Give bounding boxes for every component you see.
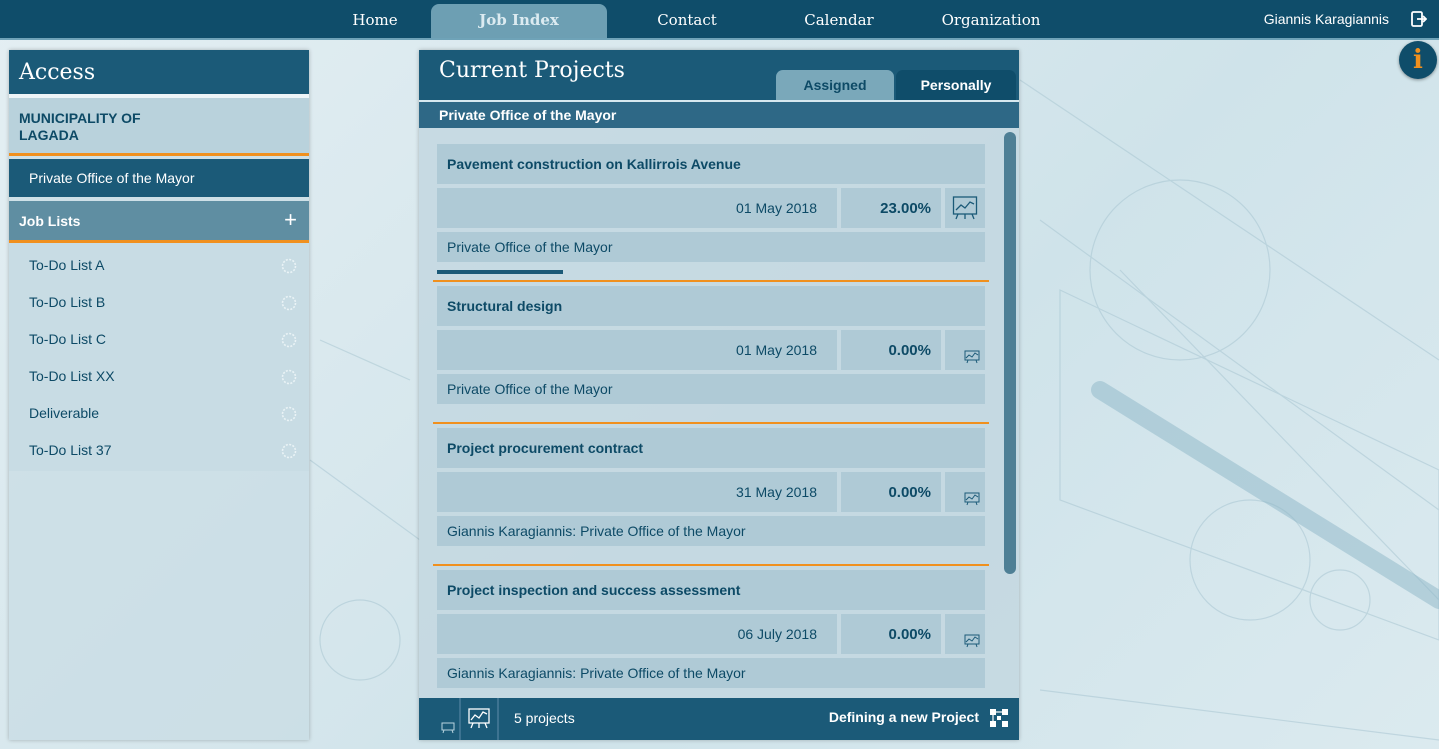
job-list-item[interactable]: To-Do List A (9, 247, 309, 284)
project-date: 06 July 2018 (437, 614, 837, 654)
nav-job-index[interactable]: Job Index (431, 4, 607, 38)
new-project-button[interactable]: Defining a new Project (829, 709, 979, 725)
user-name[interactable]: Giannis Karagiannis (1264, 0, 1389, 38)
gear-icon[interactable] (281, 369, 297, 385)
footer-divider (459, 698, 461, 740)
project-date: 01 May 2018 (437, 188, 837, 228)
municipality-line2: LAGADA (19, 127, 79, 143)
job-list-item-label: Deliverable (29, 405, 100, 421)
chart-icon[interactable] (945, 614, 985, 654)
nav-home[interactable]: Home (340, 0, 410, 38)
gear-icon[interactable] (281, 406, 297, 422)
office-item[interactable]: Private Office of the Mayor (9, 159, 309, 197)
new-project-icon[interactable] (989, 708, 1009, 728)
job-list-item[interactable]: Deliverable (9, 395, 309, 432)
footer-divider (497, 698, 499, 740)
gear-icon[interactable] (281, 295, 297, 311)
job-list-item-label: To-Do List 37 (29, 442, 112, 458)
plus-icon[interactable]: + (284, 209, 297, 231)
project-title[interactable]: Project procurement contract (437, 428, 985, 468)
job-list-item-label: To-Do List C (29, 331, 107, 347)
logout-icon[interactable] (1411, 11, 1427, 27)
project-progress-bar (437, 270, 563, 274)
job-list-item-label: To-Do List A (29, 257, 105, 273)
project-date: 01 May 2018 (437, 330, 837, 370)
job-list-item[interactable]: To-Do List B (9, 284, 309, 321)
project-percent: 0.00% (841, 330, 941, 370)
job-list-item-label: To-Do List B (29, 294, 106, 310)
nav-contact[interactable]: Contact (647, 0, 727, 38)
project-percent: 0.00% (841, 472, 941, 512)
projects-scrollbar[interactable] (1004, 132, 1016, 574)
project-title[interactable]: Pavement construction on Kallirrois Aven… (437, 144, 985, 184)
project-office: Private Office of the Mayor (437, 374, 985, 404)
access-panel: Access MUNICIPALITY OF LAGADA Private Of… (9, 50, 309, 740)
small-chart-icon[interactable] (441, 720, 455, 734)
tab-assigned[interactable]: Assigned (776, 70, 894, 100)
project-separator (433, 422, 989, 424)
chart-icon[interactable] (945, 330, 985, 370)
job-list: To-Do List A To-Do List B To-Do List C T… (9, 243, 309, 471)
job-list-item[interactable]: To-Do List 37 (9, 432, 309, 469)
project-count: 5 projects (514, 710, 575, 726)
job-lists-label: Job Lists (19, 213, 81, 229)
chart-icon[interactable] (468, 707, 490, 729)
project-separator (433, 564, 989, 566)
top-nav: Home Job Index Contact Calendar Organiza… (0, 0, 1439, 69)
gear-icon[interactable] (281, 332, 297, 348)
projects-header: Current Projects Assigned Personally (419, 50, 1019, 100)
project-percent: 0.00% (841, 614, 941, 654)
tab-personally[interactable]: Personally (896, 70, 1016, 100)
municipality-line1: MUNICIPALITY OF (19, 110, 141, 126)
project-percent: 23.00% (841, 188, 941, 228)
projects-footer: 5 projects Defining a new Project (419, 698, 1019, 740)
project-separator (433, 280, 989, 282)
info-icon[interactable]: i (1399, 41, 1437, 79)
access-title: Access (9, 50, 309, 98)
project-date: 31 May 2018 (437, 472, 837, 512)
job-list-item-label: To-Do List XX (29, 368, 115, 384)
nav-calendar[interactable]: Calendar (800, 0, 878, 38)
gear-icon[interactable] (281, 443, 297, 459)
project-office: Private Office of the Mayor (437, 232, 985, 262)
municipality-name: MUNICIPALITY OF LAGADA (9, 98, 309, 156)
job-list-item[interactable]: To-Do List XX (9, 358, 309, 395)
chart-icon[interactable] (945, 188, 985, 228)
project-office: Giannis Karagiannis: Private Office of t… (437, 658, 985, 688)
projects-list: Pavement construction on Kallirrois Aven… (419, 130, 1019, 698)
job-list-item[interactable]: To-Do List C (9, 321, 309, 358)
project-title[interactable]: Structural design (437, 286, 985, 326)
projects-subheader: Private Office of the Mayor (419, 100, 1019, 128)
gear-icon[interactable] (281, 258, 297, 274)
projects-title: Current Projects (439, 58, 625, 83)
project-title[interactable]: Project inspection and success assessmen… (437, 570, 985, 610)
chart-icon[interactable] (945, 472, 985, 512)
current-projects-panel: Current Projects Assigned Personally Pri… (419, 50, 1019, 740)
nav-organization-chart[interactable]: Organization chart (926, 0, 1056, 69)
job-lists-header: Job Lists + (9, 201, 309, 243)
project-office: Giannis Karagiannis: Private Office of t… (437, 516, 985, 546)
